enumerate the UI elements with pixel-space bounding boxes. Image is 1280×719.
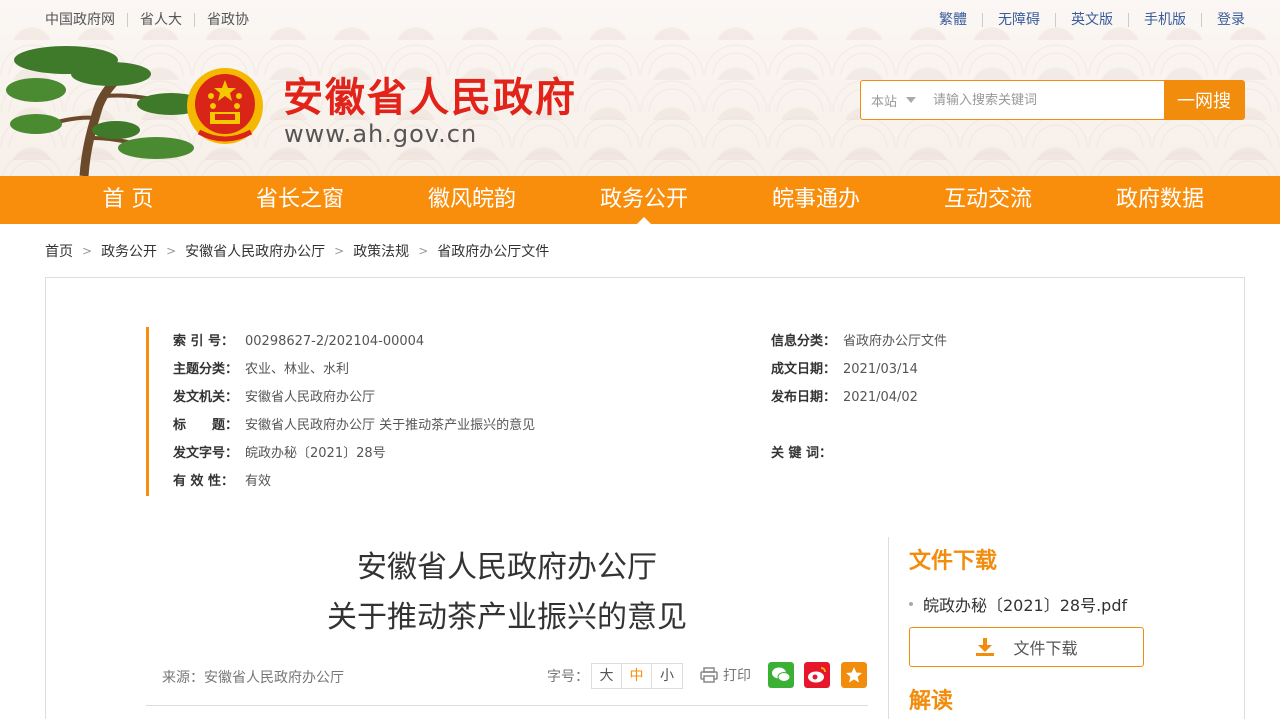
nav-government-affairs[interactable]: 政务公开 [558, 176, 730, 224]
divider [127, 13, 128, 27]
article-divider [146, 705, 868, 706]
breadcrumb-office-documents[interactable]: 省政府办公厅文件 [437, 241, 549, 261]
link-accessibility[interactable]: 无障碍 [998, 11, 1040, 29]
chevron-right-icon: > [166, 244, 177, 258]
chevron-right-icon: > [334, 244, 345, 258]
meta-issuer: 发文机关： 安徽省人民政府办公厅 [173, 389, 375, 407]
meta-published-date: 发布日期： 2021/04/02 [771, 389, 918, 407]
meta-index: 索 引 号： 00298627-2/202104-00004 [173, 333, 424, 351]
link-login[interactable]: 登录 [1217, 11, 1245, 29]
breadcrumb: 首页 > 政务公开 > 安徽省人民政府办公厅 > 政策法规 > 省政府办公厅文件 [45, 241, 549, 261]
font-size-large-button[interactable]: 大 [592, 664, 622, 688]
interpretation-heading: 解读 [909, 689, 954, 714]
meta-label: 索 引 号： [173, 334, 235, 349]
bullet-icon [909, 602, 913, 606]
breadcrumb-general-office[interactable]: 安徽省人民政府办公厅 [185, 241, 325, 261]
article-source: 来源：安徽省人民政府办公厅 [162, 670, 344, 686]
divider [1128, 13, 1129, 27]
star-favorite-icon[interactable] [841, 662, 867, 688]
meta-label: 有 效 性： [173, 474, 235, 489]
meta-label: 关 键 词： [771, 446, 833, 461]
meta-value: 2021/03/14 [843, 362, 918, 377]
top-links-right: 繁體 无障碍 英文版 手机版 登录 [939, 11, 1245, 29]
nav-interaction[interactable]: 互动交流 [902, 176, 1074, 224]
meta-value: 00298627-2/202104-00004 [245, 334, 425, 349]
document-metadata: 索 引 号： 00298627-2/202104-00004 信息分类： 省政府… [146, 327, 1126, 496]
link-traditional-chinese[interactable]: 繁體 [939, 11, 967, 29]
divider [194, 13, 195, 27]
article-title-line1: 安徽省人民政府办公厅 [357, 550, 657, 585]
meta-document-number: 发文字号： 皖政办秘〔2021〕28号 [173, 445, 386, 463]
meta-value: 农业、林业、水利 [245, 362, 350, 377]
national-emblem-icon [187, 68, 263, 144]
meta-keywords: 关 键 词： [771, 445, 843, 463]
nav-anhui-culture[interactable]: 徽风皖韵 [386, 176, 558, 224]
article-title-line2: 关于推动茶产业振兴的意见 [327, 600, 687, 635]
font-size-medium-button[interactable]: 中 [622, 664, 652, 688]
breadcrumb-government-affairs[interactable]: 政务公开 [101, 241, 157, 261]
top-utility-bar: 中国政府网 省人大 省政协 繁體 无障碍 英文版 手机版 登录 [0, 0, 1280, 40]
print-label: 打印 [723, 668, 751, 684]
search-scope-select[interactable]: 本站 [861, 81, 923, 119]
link-china-gov[interactable]: 中国政府网 [45, 11, 115, 29]
link-english[interactable]: 英文版 [1071, 11, 1113, 29]
print-button[interactable]: 打印 [700, 665, 751, 685]
link-provincial-congress[interactable]: 省人大 [140, 11, 182, 29]
download-button-label: 文件下载 [1013, 639, 1078, 658]
nav-services[interactable]: 皖事通办 [730, 176, 902, 224]
meta-label: 信息分类： [771, 334, 837, 349]
printer-icon [700, 667, 718, 683]
site-url: www.ah.gov.cn [284, 120, 478, 148]
divider [1201, 13, 1202, 27]
chevron-right-icon: > [418, 244, 429, 258]
site-title: 安徽省人民政府 [283, 75, 577, 121]
top-links-left: 中国政府网 省人大 省政协 [45, 11, 249, 29]
meta-label: 发文字号： [173, 446, 239, 461]
meta-value: 省政府办公厅文件 [843, 334, 948, 349]
font-size-label: 字号： [547, 669, 589, 685]
nav-government-data[interactable]: 政府数据 [1074, 176, 1246, 224]
link-mobile[interactable]: 手机版 [1144, 11, 1186, 29]
weibo-share-icon[interactable] [804, 662, 830, 688]
file-download-heading: 文件下载 [909, 549, 998, 574]
meta-label: 发布日期： [771, 390, 837, 405]
sidebar-divider [888, 537, 889, 719]
download-icon [976, 638, 995, 656]
search-button[interactable]: 一网搜 [1164, 81, 1244, 119]
search-input[interactable] [923, 81, 1164, 119]
font-size-small-button[interactable]: 小 [652, 664, 682, 688]
chevron-right-icon: > [82, 244, 93, 258]
chevron-down-icon [906, 97, 917, 103]
meta-title: 标 题： 安徽省人民政府办公厅 关于推动茶产业振兴的意见 [173, 417, 535, 435]
file-name: 皖政办秘〔2021〕28号.pdf [923, 596, 1128, 615]
meta-value: 安徽省人民政府办公厅 关于推动茶产业振兴的意见 [245, 418, 536, 433]
breadcrumb-policies[interactable]: 政策法规 [353, 241, 409, 261]
meta-topic: 主题分类： 农业、林业、水利 [173, 361, 349, 379]
nav-governor-window[interactable]: 省长之窗 [214, 176, 386, 224]
divider [982, 13, 983, 27]
search-scope-label: 本站 [871, 94, 898, 110]
link-provincial-cppcc[interactable]: 省政协 [207, 11, 249, 29]
meta-value: 有效 [245, 474, 272, 489]
search-bar: 本站 一网搜 [860, 80, 1245, 120]
meta-value: 安徽省人民政府办公厅 [245, 390, 376, 405]
meta-label: 标 题： [173, 418, 239, 433]
meta-category: 信息分类： 省政府办公厅文件 [771, 333, 947, 351]
main-nav: 首 页 省长之窗 徽风皖韵 政务公开 皖事通办 互动交流 政府数据 [0, 176, 1280, 224]
meta-label: 发文机关： [173, 390, 239, 405]
meta-value: 皖政办秘〔2021〕28号 [245, 446, 386, 461]
meta-created-date: 成文日期： 2021/03/14 [771, 361, 918, 379]
wechat-share-icon[interactable] [768, 662, 794, 688]
divider [1055, 13, 1056, 27]
meta-label: 成文日期： [771, 362, 837, 377]
meta-validity: 有 效 性： 有效 [173, 473, 271, 491]
file-download-link[interactable]: 皖政办秘〔2021〕28号.pdf [909, 592, 1127, 616]
meta-label: 主题分类： [173, 362, 239, 377]
font-size-options: 大 中 小 [591, 663, 683, 689]
nav-home[interactable]: 首 页 [42, 176, 214, 224]
meta-value: 2021/04/02 [843, 390, 918, 405]
font-size-control: 字号： 大 中 小 [547, 663, 683, 689]
file-download-button[interactable]: 文件下载 [909, 627, 1144, 667]
breadcrumb-home[interactable]: 首页 [45, 241, 73, 261]
